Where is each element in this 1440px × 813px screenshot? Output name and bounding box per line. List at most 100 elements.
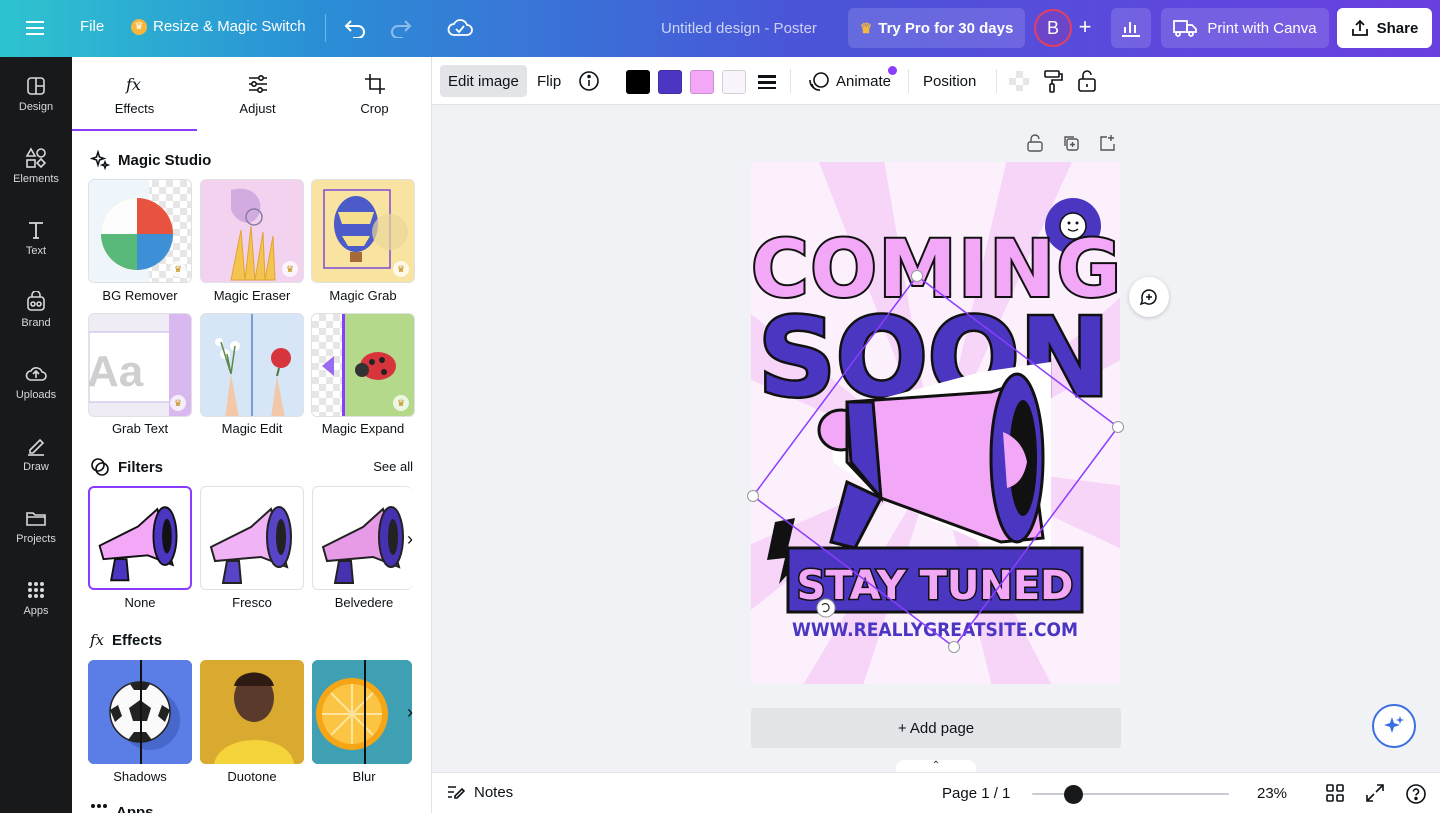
rail-item-projects[interactable]: Projects <box>0 507 72 567</box>
duplicate-page-icon[interactable] <box>1062 134 1080 152</box>
add-page-icon[interactable] <box>1098 134 1116 152</box>
grab-text-tile[interactable]: Aa ♛ <box>88 313 192 417</box>
fx-icon: fx <box>125 75 141 94</box>
color-swatch-black[interactable] <box>626 70 650 94</box>
zoom-slider-track[interactable] <box>1032 793 1229 795</box>
try-pro-button[interactable]: ♛ Try Pro for 30 days <box>848 8 1025 48</box>
filter-belvedere-tile[interactable] <box>312 486 412 590</box>
megaphone-thumbnail <box>209 506 292 584</box>
bg-remover-tile[interactable]: ♛ <box>88 179 192 283</box>
effects-next-chevron-icon[interactable]: › <box>398 700 422 724</box>
tool-label: Magic Edit <box>221 421 283 436</box>
color-swatch-light[interactable] <box>722 70 746 94</box>
tab-effects[interactable]: fx Effects <box>72 57 197 131</box>
rail-label: Draw <box>23 461 49 473</box>
magic-grab-tile[interactable]: ♛ <box>311 179 415 283</box>
add-comment-button[interactable] <box>1129 277 1169 317</box>
magic-edit-tile[interactable] <box>200 313 304 417</box>
avatar[interactable]: B <box>1034 9 1072 47</box>
rail-item-uploads[interactable]: Uploads <box>0 363 72 423</box>
tab-crop[interactable]: Crop <box>312 57 431 131</box>
pro-crown-icon: ♛ <box>393 395 409 411</box>
border-style-icon[interactable] <box>756 71 778 93</box>
redo-icon[interactable] <box>388 15 414 41</box>
undo-icon[interactable] <box>342 15 368 41</box>
notes-button[interactable]: Notes <box>446 783 513 801</box>
page-indicator[interactable]: Page 1 / 1 <box>942 785 1010 802</box>
rail-label: Design <box>18 101 54 113</box>
insights-chart-icon[interactable] <box>1111 8 1151 48</box>
print-label: Print with Canva <box>1207 19 1317 37</box>
magic-assistant-button[interactable] <box>1372 704 1416 748</box>
magic-studio-heading: Magic Studio <box>90 150 211 170</box>
add-collaborator-icon[interactable]: + <box>1074 16 1096 39</box>
crown-icon: ♛ <box>131 18 147 35</box>
tool-label: Magic Grab <box>329 288 397 303</box>
magic-eraser-tile[interactable]: ♛ <box>200 179 304 283</box>
resize-magic-switch-button[interactable]: ♛ Resize & Magic Switch <box>131 18 306 35</box>
fullscreen-icon[interactable] <box>1365 783 1387 805</box>
magic-expand-tile[interactable]: ♛ <box>311 313 415 417</box>
pro-crown-icon: ♛ <box>282 261 298 277</box>
transparency-icon[interactable] <box>1009 71 1029 91</box>
paint-roller-icon[interactable] <box>1042 69 1064 93</box>
tab-adjust[interactable]: Adjust <box>195 57 320 131</box>
apps-heading: Apps <box>90 803 154 813</box>
menu-icon[interactable] <box>20 15 50 41</box>
grid-view-icon[interactable] <box>1325 783 1347 805</box>
context-toolbar: Edit image Flip Animate Position <box>432 57 1440 105</box>
effect-duotone-tile[interactable] <box>200 660 304 764</box>
help-icon[interactable] <box>1405 783 1427 805</box>
add-page-button[interactable]: + Add page <box>751 708 1121 748</box>
animate-icon <box>809 72 829 91</box>
share-button[interactable]: Share <box>1337 8 1432 48</box>
document-title[interactable]: Untitled design - Poster <box>661 20 817 37</box>
cloud-save-icon[interactable] <box>446 15 474 41</box>
sparkle-icon <box>90 150 110 170</box>
tab-label: Crop <box>360 100 389 116</box>
flip-button[interactable]: Flip <box>529 65 569 97</box>
crop-icon <box>364 73 385 94</box>
rail-label: Uploads <box>15 389 57 401</box>
filters-next-chevron-icon[interactable]: › <box>398 527 422 551</box>
rail-item-elements[interactable]: Elements <box>0 147 72 207</box>
rail-item-apps[interactable]: Apps <box>0 579 72 639</box>
zoom-slider-thumb[interactable] <box>1064 785 1083 804</box>
divider <box>325 14 326 42</box>
crown-icon: ♛ <box>859 19 873 36</box>
sliders-icon <box>248 74 267 93</box>
filter-label: Fresco <box>232 595 272 610</box>
divider <box>908 69 909 93</box>
filter-fresco-tile[interactable] <box>200 486 304 590</box>
rail-item-brand[interactable]: Brand <box>0 291 72 351</box>
info-icon[interactable] <box>578 69 600 93</box>
filter-none-tile[interactable] <box>88 486 192 590</box>
draw-icon <box>28 438 45 456</box>
rail-label: Projects <box>16 533 56 545</box>
filter-label: None <box>124 595 156 610</box>
filters-see-all-link[interactable]: See all <box>373 459 413 474</box>
apps-icon <box>28 582 44 598</box>
effect-blur-tile[interactable] <box>312 660 412 764</box>
sparkle-icon <box>1384 716 1404 733</box>
portrait-image <box>200 660 304 764</box>
effects-heading: fx Effects <box>90 631 162 649</box>
divider <box>790 69 791 93</box>
animate-button[interactable]: Animate <box>800 65 899 97</box>
apps-title: Apps <box>116 803 154 813</box>
color-swatch-purple[interactable] <box>658 70 682 94</box>
color-swatch-pink[interactable] <box>690 70 714 94</box>
print-with-canva-button[interactable]: Print with Canva <box>1161 8 1329 48</box>
file-menu-button[interactable]: File <box>80 18 104 35</box>
share-label: Share <box>1376 19 1419 37</box>
effect-shadows-tile[interactable] <box>88 660 192 764</box>
lock-page-icon[interactable] <box>1026 134 1044 152</box>
poster-canvas[interactable]: COMING SOON STAY TUNED WWW.REALLYGREATSI… <box>751 162 1120 684</box>
zoom-level[interactable]: 23% <box>1257 785 1287 802</box>
lock-icon[interactable] <box>1077 69 1097 93</box>
rail-item-design[interactable]: Design <box>0 75 72 135</box>
position-button[interactable]: Position <box>915 65 984 97</box>
rail-item-draw[interactable]: Draw <box>0 435 72 495</box>
rail-item-text[interactable]: Text <box>0 219 72 279</box>
edit-image-button[interactable]: Edit image <box>440 65 527 97</box>
